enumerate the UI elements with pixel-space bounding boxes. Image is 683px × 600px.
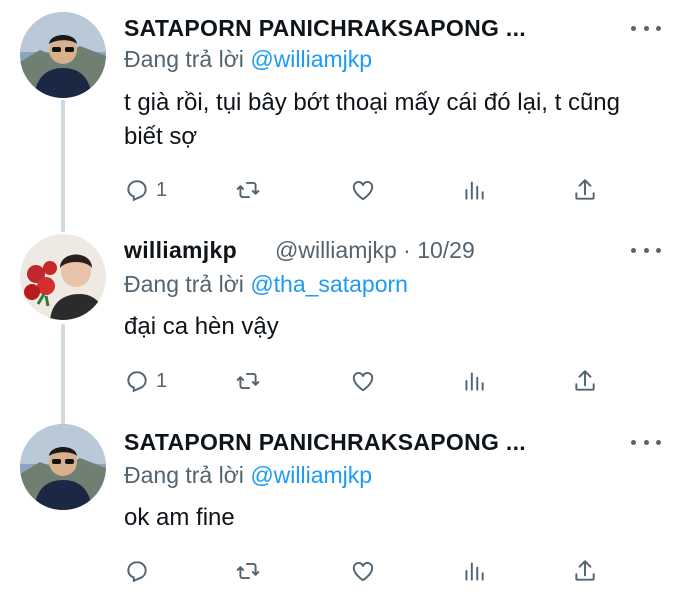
tweet-actions: 1 xyxy=(124,366,604,396)
display-name[interactable]: SATAPORN PANICHRAKSAPONG ... xyxy=(124,15,526,42)
reply-context: Đang trả lời @williamjkp xyxy=(124,46,372,73)
handle-and-date: @williamjkp · 10/29 xyxy=(275,237,475,264)
share-button[interactable] xyxy=(572,556,598,586)
reply-button[interactable]: 1 xyxy=(124,366,167,396)
reply-prefix: Đang trả lời xyxy=(124,46,244,72)
tweet-actions: 1 xyxy=(124,175,604,205)
analytics-icon xyxy=(465,562,484,581)
tweet[interactable]: williamjkp @williamjkp · 10/29 Đang trả … xyxy=(0,222,683,412)
retweet-icon xyxy=(236,181,260,199)
tweet[interactable]: SATAPORN PANICHRAKSAPONG ... Đang trả lờ… xyxy=(0,412,683,600)
retweet-icon xyxy=(236,372,260,390)
share-button[interactable] xyxy=(572,366,598,396)
share-icon xyxy=(575,370,595,391)
heart-icon xyxy=(352,372,374,392)
like-button[interactable] xyxy=(349,175,377,205)
more-icon[interactable] xyxy=(631,432,661,452)
reply-count: 1 xyxy=(156,369,168,392)
reply-button[interactable] xyxy=(124,556,156,586)
heart-icon xyxy=(352,562,374,582)
reply-icon xyxy=(127,180,147,202)
more-icon[interactable] xyxy=(631,18,661,38)
reply-context: Đang trả lời @williamjkp xyxy=(124,462,372,489)
avatar[interactable] xyxy=(20,234,106,320)
tweet-text: t già rồi, tụi bây bớt thoại mấy cái đó … xyxy=(124,89,620,150)
retweet-button[interactable] xyxy=(234,175,262,205)
heart-icon xyxy=(352,181,374,201)
reply-mention-link[interactable]: @williamjkp xyxy=(250,46,372,72)
analytics-icon xyxy=(465,181,484,200)
retweet-button[interactable] xyxy=(234,556,262,586)
share-icon xyxy=(575,179,595,200)
retweet-icon xyxy=(236,562,260,580)
reply-icon xyxy=(127,561,147,583)
tweet-text: đại ca hèn vậy xyxy=(124,313,279,340)
reply-mention-link[interactable]: @tha_sataporn xyxy=(250,271,408,297)
retweet-button[interactable] xyxy=(234,366,262,396)
analytics-icon xyxy=(465,372,484,391)
display-name[interactable]: williamjkp xyxy=(124,237,237,264)
analytics-button[interactable] xyxy=(461,556,487,586)
reply-mention-link[interactable]: @williamjkp xyxy=(250,462,372,488)
tweet[interactable]: SATAPORN PANICHRAKSAPONG ... Đang trả lờ… xyxy=(0,0,683,220)
like-button[interactable] xyxy=(349,366,377,396)
analytics-button[interactable] xyxy=(461,366,487,396)
reply-prefix: Đang trả lời xyxy=(124,271,244,297)
like-button[interactable] xyxy=(349,556,377,586)
tweet-actions xyxy=(124,556,604,586)
reply-icon xyxy=(127,371,147,393)
reply-count: 1 xyxy=(156,178,168,201)
post-date[interactable]: · 10/29 xyxy=(403,237,475,263)
reply-prefix: Đang trả lời xyxy=(124,462,244,488)
avatar[interactable] xyxy=(20,424,106,510)
share-button[interactable] xyxy=(572,175,598,205)
analytics-button[interactable] xyxy=(461,175,487,205)
avatar[interactable] xyxy=(20,12,106,98)
more-icon[interactable] xyxy=(631,240,661,260)
display-name[interactable]: SATAPORN PANICHRAKSAPONG ... xyxy=(124,429,526,456)
share-icon xyxy=(575,560,595,581)
handle[interactable]: @williamjkp xyxy=(275,237,397,263)
reply-context: Đang trả lời @tha_sataporn xyxy=(124,271,408,298)
tweet-text: ok am fine xyxy=(124,504,235,531)
reply-button[interactable]: 1 xyxy=(124,175,167,205)
